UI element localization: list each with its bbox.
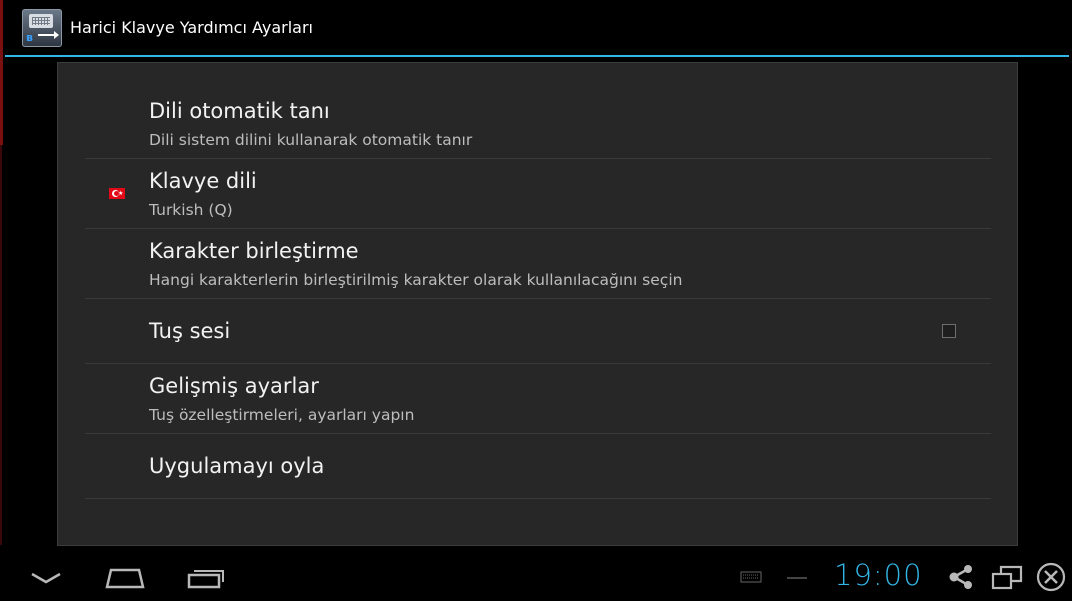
- pref-advanced-settings[interactable]: Gelişmiş ayarlar Tuş özelleştirmeleri, a…: [85, 364, 991, 434]
- pref-character-combining[interactable]: Karakter birleştirme Hangi karakterlerin…: [85, 229, 991, 299]
- device-screen: ʙ Harici Klavye Yardımcı Ayarları Dili o…: [0, 0, 1072, 601]
- pref-title: Karakter birleştirme: [149, 239, 359, 263]
- pref-summary: Turkish (Q): [149, 201, 233, 219]
- pref-auto-detect-language[interactable]: Dili otomatik tanı Dili sistem dilini ku…: [85, 63, 991, 159]
- recent-apps-icon[interactable]: [187, 566, 225, 590]
- pref-summary: Dili sistem dilini kullanarak otomatik t…: [149, 131, 473, 149]
- pref-title: Tuş sesi: [149, 319, 231, 343]
- pref-keyboard-language[interactable]: ★ Klavye dili Turkish (Q): [85, 159, 991, 229]
- clock: 19:00: [834, 558, 923, 592]
- action-bar-divider: [5, 55, 1069, 57]
- pref-title: Gelişmiş ayarlar: [149, 374, 319, 398]
- action-bar: ʙ Harici Klavye Yardımcı Ayarları: [5, 0, 1069, 55]
- settings-list: Dili otomatik tanı Dili sistem dilini ku…: [57, 62, 1018, 546]
- dash-status-icon: [787, 577, 807, 579]
- keyboard-status-icon: [740, 571, 762, 583]
- close-icon[interactable]: [1036, 562, 1066, 592]
- key-sound-checkbox[interactable]: [942, 324, 956, 338]
- pref-title: Dili otomatik tanı: [149, 99, 330, 123]
- hide-keyboard-icon[interactable]: [30, 570, 62, 586]
- pref-rate-app[interactable]: Uygulamayı oyla: [85, 434, 991, 499]
- keyboard-bluetooth-usb-icon[interactable]: ʙ: [22, 9, 62, 47]
- pref-title: Uygulamayı oyla: [149, 454, 325, 478]
- turkey-flag-icon: ★: [109, 188, 125, 199]
- pref-summary: Hangi karakterlerin birleştirilmiş karak…: [149, 271, 683, 289]
- window-edge-lower: [0, 145, 2, 545]
- window-edge: [0, 0, 3, 145]
- home-icon[interactable]: [105, 566, 145, 590]
- screen-resize-icon[interactable]: [991, 564, 1023, 590]
- app-title: Harici Klavye Yardımcı Ayarları: [70, 18, 313, 37]
- pref-title: Klavye dili: [149, 169, 257, 193]
- share-icon[interactable]: [948, 564, 974, 590]
- pref-key-sound[interactable]: Tuş sesi: [85, 299, 991, 364]
- pref-summary: Tuş özelleştirmeleri, ayarları yapın: [149, 406, 415, 424]
